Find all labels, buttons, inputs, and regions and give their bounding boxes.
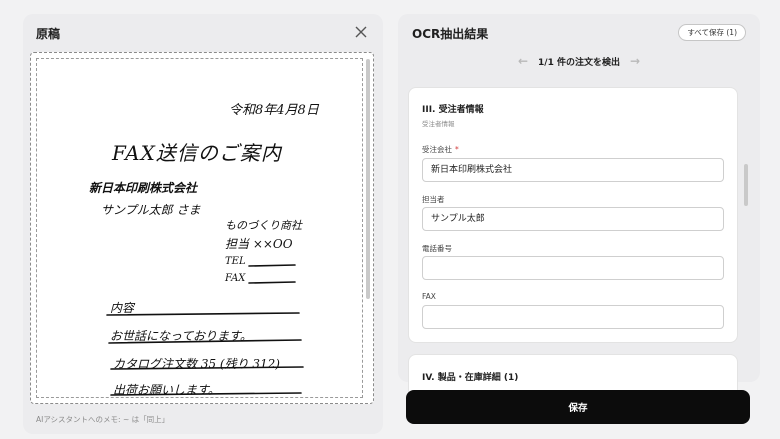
- contact-person-field[interactable]: サンプル太郎: [422, 207, 724, 231]
- section-subtitle: 受注者情報: [422, 120, 455, 128]
- field-label-company: 受注会社 *: [422, 145, 459, 154]
- product-stock-card[interactable]: IV. 製品・在庫詳細 (1): [408, 354, 738, 394]
- ocr-scrollbar[interactable]: [744, 164, 748, 206]
- original-panel-title: 原稿: [36, 27, 61, 41]
- doc-handwritten-lines: [106, 264, 304, 396]
- ocr-result-panel: OCR抽出結果 すべて保存 (1) ← 1/1 件の注文を検出 → III. 受…: [398, 14, 760, 394]
- company-field[interactable]: 新日本印刷株式会社: [422, 158, 724, 182]
- close-icon[interactable]: [353, 24, 369, 40]
- save-button[interactable]: 保存: [406, 390, 750, 424]
- field-label-fax: FAX: [422, 292, 436, 301]
- section-title: III. 受注者情報: [422, 105, 484, 115]
- arrow-left-icon[interactable]: ←: [518, 54, 528, 68]
- field-label-phone: 電話番号: [422, 244, 452, 253]
- arrow-right-icon[interactable]: →: [630, 54, 640, 68]
- next-section-title: IV. 製品・在庫詳細 (1): [422, 373, 519, 383]
- original-panel: 原稿 令和8年4月8日 FAX送信のご案内 新日本印刷株式会社 サンプル太郎 さ…: [23, 14, 383, 434]
- ai-assistant-note: AIアシスタントへのメモ: ~ は「同上」: [36, 415, 170, 424]
- phone-field[interactable]: [422, 256, 724, 280]
- save-all-button[interactable]: すべて保存 (1): [678, 24, 746, 41]
- contractor-info-card: III. 受注者情報 受注者情報 受注会社 * 新日本印刷株式会社 担当者 サンプ…: [408, 87, 738, 343]
- order-pager: ← 1/1 件の注文を検出 →: [398, 54, 760, 68]
- ocr-panel-title: OCR抽出結果: [412, 27, 489, 41]
- required-marker: *: [455, 145, 459, 154]
- document-preview[interactable]: 令和8年4月8日 FAX送信のご案内 新日本印刷株式会社 サンプル太郎 さま も…: [30, 52, 374, 404]
- field-label-contact: 担当者: [422, 195, 445, 204]
- fax-field[interactable]: [422, 305, 724, 329]
- document-page: 令和8年4月8日 FAX送信のご案内 新日本印刷株式会社 サンプル太郎 さま も…: [36, 58, 363, 398]
- document-scrollbar[interactable]: [366, 59, 370, 299]
- pager-text: 1/1 件の注文を検出: [538, 57, 620, 68]
